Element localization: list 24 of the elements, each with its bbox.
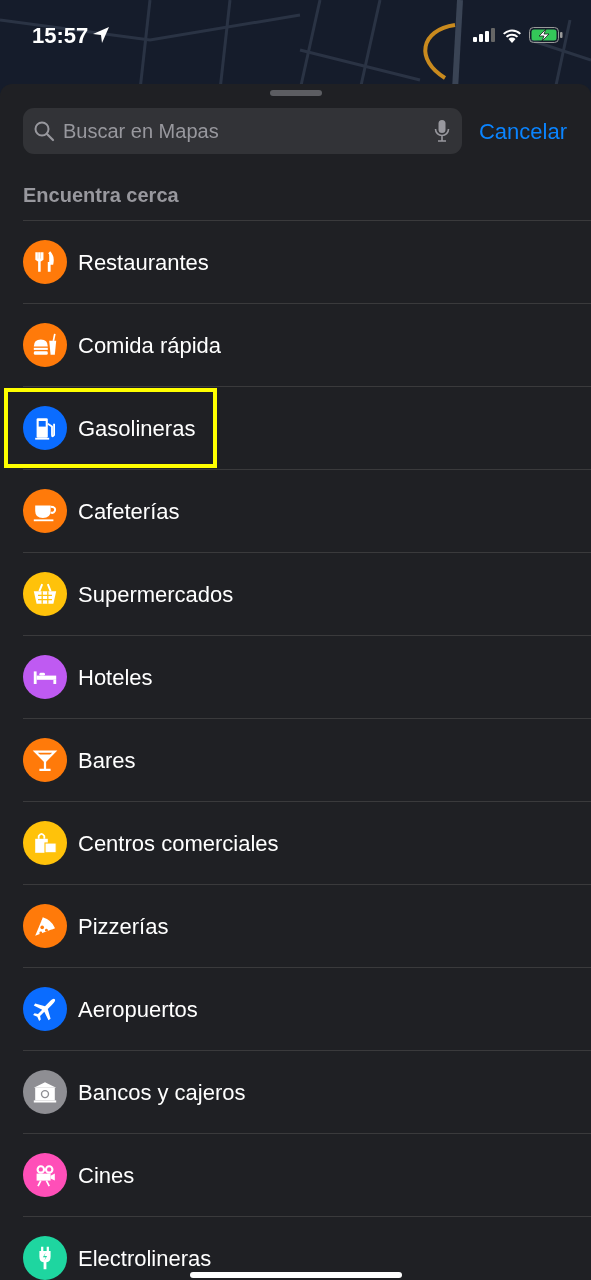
search-icon — [33, 120, 55, 142]
battery-charging-icon — [529, 27, 563, 43]
category-item[interactable]: Comida rápida — [78, 328, 222, 362]
signal-icon — [473, 28, 495, 42]
cancel-button[interactable]: Cancelar — [478, 114, 567, 148]
category-item[interactable]: Restaurantes — [78, 245, 209, 279]
category-item[interactable]: Electrolineras — [78, 1241, 212, 1275]
category-item[interactable]: Bancos y cajeros — [78, 1075, 246, 1109]
category-item[interactable]: Bares — [78, 743, 136, 777]
category-item[interactable]: Hoteles — [78, 660, 153, 694]
category-item[interactable]: Gasolineras — [78, 411, 196, 445]
status-time: 15:57 — [32, 21, 89, 50]
category-item[interactable]: Aeropuertos — [78, 992, 198, 1026]
sheet-handle[interactable] — [269, 90, 322, 96]
microphone-icon[interactable] — [433, 119, 450, 143]
category-item[interactable]: Cines — [78, 1158, 135, 1192]
category-item[interactable]: Supermercados — [78, 577, 234, 611]
location-arrow-icon — [92, 26, 111, 44]
search-field[interactable]: Buscar en Mapas — [23, 108, 462, 154]
wifi-icon — [502, 27, 522, 43]
category-item[interactable]: Centros comerciales — [78, 826, 279, 860]
section-title: Encuentra cerca — [23, 184, 179, 206]
category-item[interactable]: Pizzerías — [78, 909, 169, 943]
category-item[interactable]: Cafeterías — [78, 494, 180, 528]
